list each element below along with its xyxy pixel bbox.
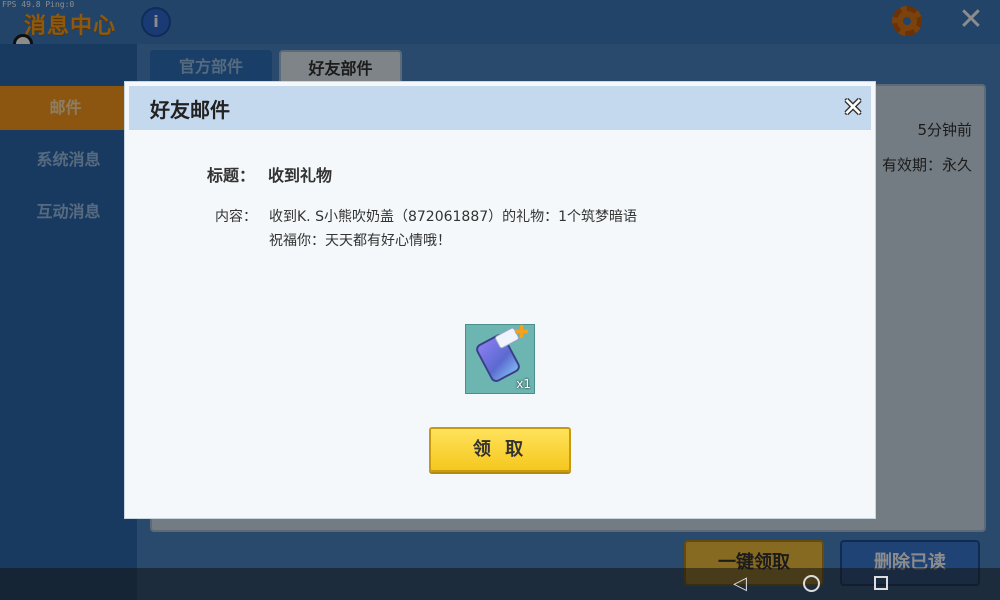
claim-button[interactable]: 领 取: [429, 427, 571, 472]
back-icon[interactable]: ◁: [733, 572, 747, 596]
puzzle-piece-icon: ✚: [514, 322, 530, 343]
subject-value: 收到礼物: [268, 166, 333, 185]
gift-count: x1: [516, 377, 531, 391]
subject-label: 标题：: [207, 166, 256, 185]
content-text-line2: 祝福你：天天都有好心情哦！: [269, 233, 451, 249]
content-label: 内容：: [215, 209, 257, 225]
dialog-title: 好友邮件: [150, 98, 230, 122]
friend-mail-dialog: 好友邮件 ✕ 标题： 收到礼物 内容： 收到K. S小熊吹奶盖（87206188…: [124, 81, 876, 519]
dialog-close-icon[interactable]: ✕: [839, 94, 867, 122]
android-nav-bar: ◁: [0, 568, 1000, 600]
recent-apps-icon[interactable]: [874, 576, 888, 590]
dialog-header: 好友邮件 ✕: [129, 86, 871, 130]
home-icon[interactable]: [803, 575, 820, 592]
gift-item-slot[interactable]: ✚ x1: [465, 324, 535, 394]
content-text-line1: 收到K. S小熊吹奶盖（872061887）的礼物：1个筑梦暗语: [269, 209, 638, 225]
